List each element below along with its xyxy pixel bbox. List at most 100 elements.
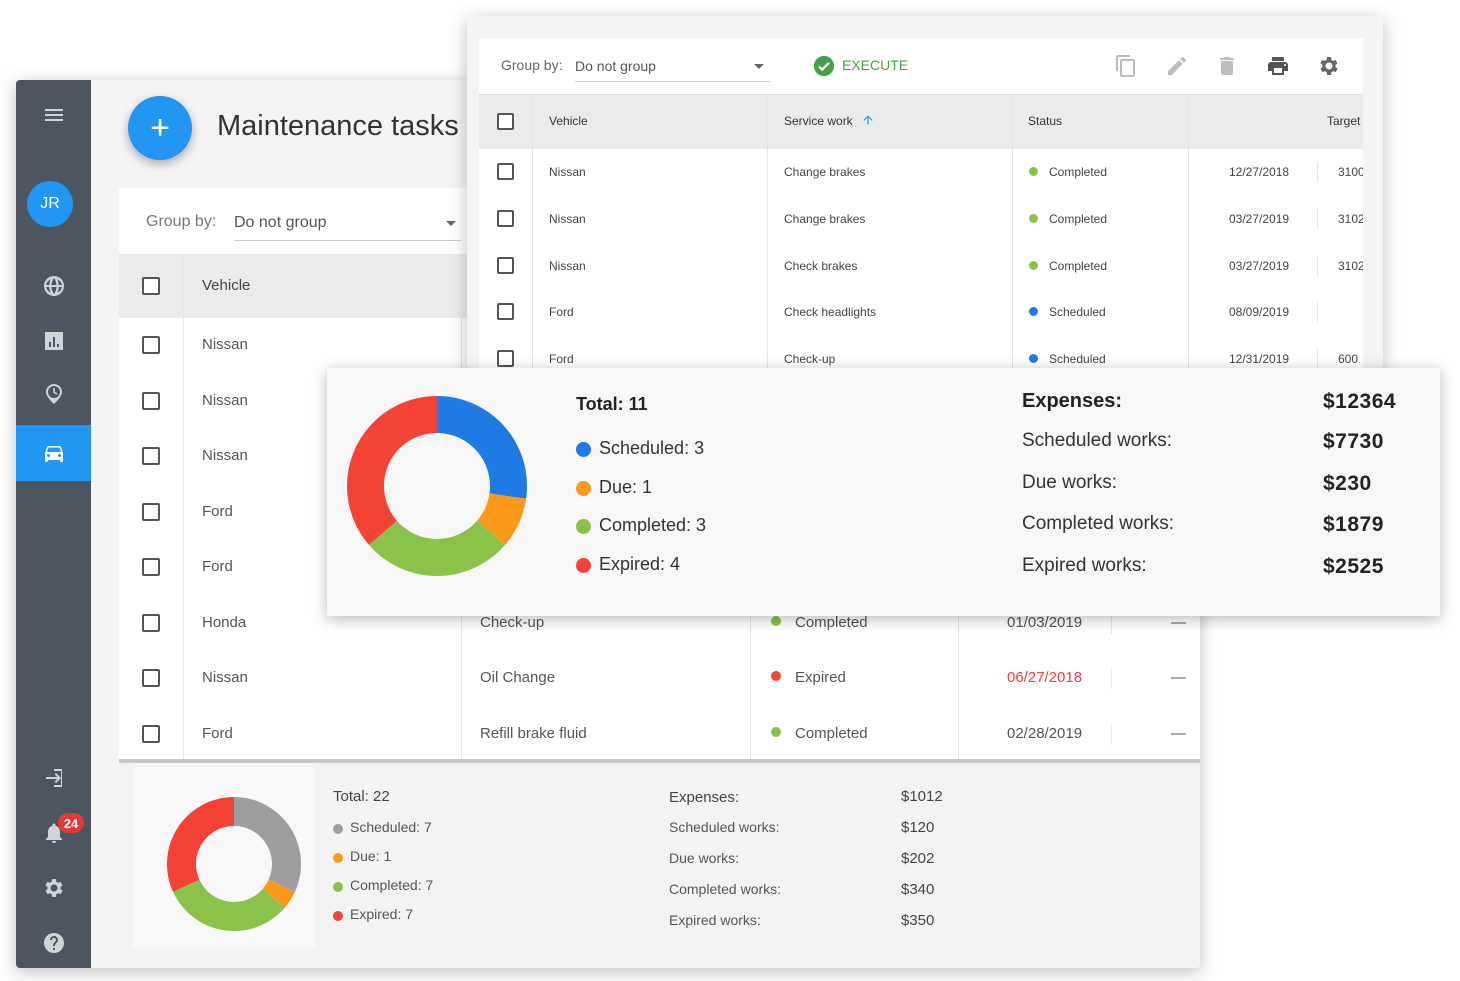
cell-date: 01/03/2019 [1007, 613, 1083, 631]
cell-date: 08/09/2019 [1229, 305, 1290, 320]
clock-icon[interactable] [16, 367, 91, 421]
logout-icon[interactable] [16, 751, 91, 805]
row-checkbox[interactable] [497, 209, 514, 227]
expense-line-value: $120 [901, 819, 935, 836]
expense-line-value: $350 [901, 912, 935, 929]
row-checkbox[interactable] [497, 303, 514, 321]
row-checkbox[interactable] [142, 724, 160, 743]
status-dot [771, 615, 781, 626]
cell-date: 12/31/2019 [1229, 352, 1290, 367]
gear-icon[interactable] [16, 861, 91, 915]
back-donut-slice-0 [234, 797, 301, 892]
expense-line-value: $2525 [1323, 554, 1384, 578]
table-row[interactable]: Nissan Oil Change Expired 06/27/2018 — [119, 651, 1200, 707]
expense-line-label: Scheduled works: [1022, 430, 1172, 451]
expense-line-value: $230 [1323, 471, 1372, 495]
sort-ascending-icon[interactable] [861, 113, 875, 127]
row-checkbox[interactable] [142, 447, 160, 465]
chart-icon[interactable] [16, 314, 91, 368]
card-expenses-value: $12364 [1323, 390, 1397, 413]
status-dot [771, 726, 781, 737]
legend-dot [333, 882, 343, 892]
cell-status: Completed [1049, 165, 1108, 179]
cell-date: 06/27/2018 [1007, 669, 1083, 686]
globe-icon[interactable] [16, 259, 91, 313]
cell-status: Completed [795, 724, 868, 742]
cell-target: 3102 [1338, 258, 1363, 273]
table-row[interactable]: Ford Refill brake fluid Completed 02/28/201… [119, 706, 1200, 763]
execute-button[interactable]: EXECUTE [842, 57, 908, 73]
help-icon[interactable] [16, 916, 91, 968]
card-total: Total: 11 [576, 394, 648, 414]
back-summary-panel: Total: 22 Scheduled: 7 Due: 1 Completed: 7… [119, 759, 1200, 968]
table-row[interactable]: Nissan Change brakes Completed 03/27/2019 31… [479, 195, 1363, 243]
cell-target: 600 [1338, 352, 1359, 367]
menu-icon[interactable] [16, 88, 91, 142]
add-task-button[interactable]: + [128, 96, 192, 160]
header-service-work[interactable]: Service work [784, 114, 853, 128]
group-by-underline [234, 240, 461, 241]
row-checkbox[interactable] [142, 336, 160, 354]
legend-label: Expired: 7 [350, 906, 414, 922]
row-checkbox[interactable] [142, 558, 160, 576]
card-legend: Scheduled: 3 Due: 1 Completed: 3 Expired: 4 [576, 432, 876, 592]
header-status[interactable]: Status [1028, 114, 1062, 128]
legend-label: Scheduled: 7 [350, 819, 432, 835]
row-checkbox[interactable] [497, 163, 514, 180]
row-checkbox[interactable] [142, 391, 160, 410]
table-row[interactable]: Nissan Check brakes Completed 03/27/2019 310… [479, 242, 1363, 290]
row-checkbox[interactable] [142, 502, 160, 521]
cell-vehicle: Nissan [202, 391, 248, 409]
select-all-checkbox[interactable] [497, 113, 514, 130]
summary-card: Total: 11 Scheduled: 3 Due: 1 Completed: 3… [327, 368, 1440, 616]
cell-vehicle: Ford [202, 502, 233, 520]
copy-icon[interactable] [1114, 54, 1138, 78]
expense-line-value: $202 [901, 850, 935, 867]
back-donut-slice-3 [167, 797, 234, 892]
header-vehicle[interactable]: Vehicle [202, 277, 250, 294]
table-row[interactable]: Ford Check-up Scheduled 12/31/2019 600 [479, 336, 1363, 368]
table-row[interactable]: Nissan Change brakes Completed 12/27/2018 31… [479, 149, 1363, 196]
row-checkbox[interactable] [497, 350, 514, 368]
chevron-down-icon[interactable] [446, 221, 456, 226]
back-summary-total: Total: 22 [333, 788, 390, 805]
expense-line-label: Due works: [1022, 471, 1118, 493]
status-dot [771, 671, 781, 681]
status-dot [1029, 213, 1038, 223]
row-checkbox[interactable] [497, 256, 514, 274]
select-all-checkbox[interactable] [142, 277, 160, 295]
row-checkbox[interactable] [142, 669, 160, 687]
table-row[interactable]: Ford Check headlights Scheduled 08/09/2019 [479, 289, 1363, 337]
edit-icon[interactable] [1165, 54, 1189, 78]
cell-service: Check headlights [784, 305, 877, 320]
group-by-select[interactable]: Do not group [234, 214, 327, 232]
delete-icon[interactable] [1215, 54, 1239, 78]
top-table-header: Vehicle Service work Status Target [479, 95, 1363, 149]
notification-badge: 24 [58, 813, 84, 833]
cell-vehicle: Nissan [202, 336, 248, 353]
status-dot [1029, 354, 1038, 364]
sidebar: JR 24 [16, 80, 91, 968]
cell-date: 03/27/2019 [1229, 258, 1290, 273]
group-by-select[interactable]: Do not group [575, 58, 656, 74]
group-by-label: Group by: [501, 57, 563, 73]
expense-line-value: $1879 [1323, 513, 1384, 536]
header-target[interactable]: Target [1327, 114, 1360, 128]
cell-date: 03/27/2019 [1229, 211, 1290, 226]
print-icon[interactable] [1266, 54, 1290, 78]
cell-vehicle: Nissan [549, 165, 586, 179]
header-vehicle[interactable]: Vehicle [549, 114, 588, 128]
top-table-body: Nissan Change brakes Completed 12/27/2018 31… [479, 149, 1363, 368]
status-dot [1029, 260, 1038, 270]
cell-status: Expired [795, 669, 846, 686]
legend-label: Scheduled: 3 [599, 438, 705, 458]
check-circle-icon[interactable] [813, 55, 835, 77]
car-icon[interactable] [16, 425, 91, 481]
avatar[interactable]: JR [27, 181, 73, 227]
cell-status: Completed [1049, 258, 1108, 273]
top-window: Group by: Do not group EXECUTE Vehicle S… [467, 16, 1383, 368]
settings-icon[interactable] [1317, 54, 1341, 78]
chevron-down-icon[interactable] [754, 64, 764, 69]
top-toolbar: Group by: Do not group EXECUTE [479, 38, 1363, 95]
row-checkbox[interactable] [142, 613, 160, 632]
